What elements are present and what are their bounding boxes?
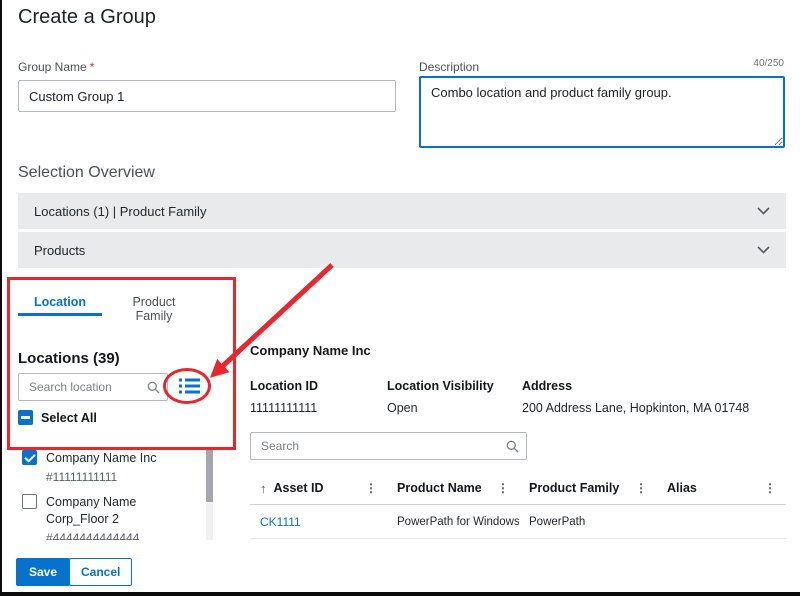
select-all-label: Select All [41,411,97,425]
list-icon [179,378,200,397]
location-item[interactable]: Company Name Inc #11111111111 [18,444,206,488]
location-name: Company Name Inc [46,450,164,467]
search-icon [506,440,519,453]
accordion-label: Locations (1) | Product Family [34,204,206,219]
location-id: #4444444444444 [46,531,164,540]
column-header-content: ↑ Asset ID [260,481,324,496]
location-search-box [18,373,168,401]
column-label: Product Name [397,481,482,495]
save-button[interactable]: Save [16,558,70,586]
product-family-cell: PowerPath [519,516,657,528]
search-icon [147,381,160,394]
location-item[interactable]: Company Name Corp_Floor 2 #4444444444444 [18,488,206,540]
column-header-product-name[interactable]: Product Name ⋮ [387,472,519,504]
column-menu-icon[interactable]: ⋮ [633,481,649,495]
product-name-cell: PowerPath for Windows [387,516,519,528]
tab-location[interactable]: Location [18,295,102,309]
asset-id-link[interactable]: CK1111 [260,515,301,529]
description-label: Description [419,60,479,74]
sort-ascending-icon: ↑ [260,481,267,496]
locations-count-heading: Locations (39) [18,350,120,367]
detail-value-location-id: 11111111111 [250,401,317,415]
char-counter: 40/250 [722,58,784,69]
accordion-products[interactable]: Products [18,232,786,268]
scrollbar-thumb[interactable] [206,448,213,502]
location-name: Company Name Corp_Floor 2 [46,494,164,528]
detail-label-location-visibility: Location Visibility [387,379,494,393]
scrollbar[interactable] [206,447,213,540]
column-menu-icon[interactable]: ⋮ [762,481,778,495]
asset-id-cell: CK1111 [250,515,387,529]
group-name-label: Group Name* [18,60,94,74]
select-all-checkbox[interactable] [18,410,33,425]
location-checkbox-checked[interactable] [22,450,37,465]
asset-search-input[interactable] [259,438,506,454]
detail-label-location-id: Location ID [250,379,318,393]
location-list: Company Name Inc #11111111111 Company Na… [18,444,206,540]
create-group-screen: Create a Group Group Name* Description 4… [0,0,800,596]
group-name-label-text: Group Name [18,60,87,74]
table-row: CK1111 PowerPath for Windows PowerPath [250,505,786,539]
company-name-heading: Company Name Inc [250,343,371,358]
detail-value-address: 200 Address Lane, Hopkinton, MA 01748 [522,401,749,415]
tab-product-family[interactable]: Product Family [114,295,194,323]
accordion-locations-product-family[interactable]: Locations (1) | Product Family [18,193,786,229]
description-textarea[interactable]: Combo location and product family group. [419,76,785,148]
active-tab-indicator [18,313,102,316]
chevron-down-icon [757,246,770,254]
select-all-row[interactable]: Select All [18,410,97,425]
page-title: Create a Group [18,6,156,29]
column-header-asset-id[interactable]: ↑ Asset ID ⋮ [250,472,387,504]
selection-overview-title: Selection Overview [18,164,155,182]
asset-table: ↑ Asset ID ⋮ Product Name ⋮ Product Famil… [250,472,786,539]
column-label: Alias [667,481,697,495]
location-checkbox-unchecked[interactable] [22,494,37,509]
column-menu-icon[interactable]: ⋮ [363,481,379,495]
required-asterisk: * [90,60,95,74]
location-item-text: Company Name Corp_Floor 2 #4444444444444 [46,494,164,540]
table-header-row: ↑ Asset ID ⋮ Product Name ⋮ Product Famil… [250,472,786,505]
location-search-input[interactable] [27,379,147,395]
column-header-product-family[interactable]: Product Family ⋮ [519,472,657,504]
chevron-down-icon [757,207,770,215]
location-id: #11111111111 [46,470,164,484]
column-label: Asset ID [274,481,324,495]
list-view-button[interactable] [174,376,204,398]
accordion-label: Products [34,243,85,258]
detail-value-location-visibility: Open [387,401,418,415]
asset-search-box [250,432,527,460]
column-header-alias[interactable]: Alias ⋮ [657,472,786,504]
column-label: Product Family [529,481,619,495]
column-menu-icon[interactable]: ⋮ [495,481,511,495]
location-item-text: Company Name Inc #11111111111 [46,450,164,484]
detail-label-address: Address [522,379,572,393]
group-name-input[interactable] [18,80,396,112]
cancel-button[interactable]: Cancel [69,558,132,586]
